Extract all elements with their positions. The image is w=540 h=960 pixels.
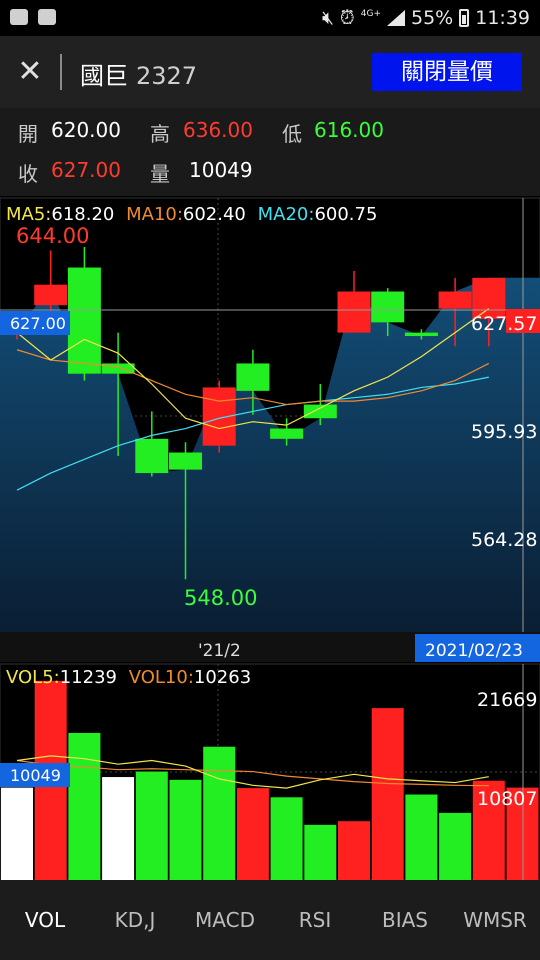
volume-bar (270, 797, 303, 880)
tab-macd[interactable]: MACD (180, 880, 270, 960)
battery-percent: 55% (411, 7, 454, 29)
volume-bar (102, 777, 135, 880)
volume-bar (68, 732, 101, 880)
min-price-label: 548.00 (184, 586, 257, 610)
tab-kdj[interactable]: KD,J (90, 880, 180, 960)
tab-wmsr[interactable]: WMSR (450, 880, 540, 960)
chart-area[interactable]: MA5:618.20 MA10:602.40 MA20:600.75 644.0… (0, 196, 540, 881)
date-axis-label: '21/2 (198, 641, 241, 661)
kline-chart[interactable]: MA5:618.20 MA10:602.40 MA20:600.75 644.0… (0, 196, 540, 881)
candle-body (371, 291, 405, 323)
ma-legend: MA5:618.20 MA10:602.40 MA20:600.75 (6, 204, 377, 225)
candle-body (236, 363, 270, 391)
candle-body (135, 438, 169, 474)
toggle-volume-price-button[interactable]: 關閉量價 (372, 53, 522, 91)
candle-body (270, 428, 304, 439)
current-price-tag-text: 627.00 (10, 314, 66, 333)
battery-icon (459, 9, 470, 27)
volume-value: 10049 (189, 158, 253, 182)
low-label: 低 (282, 122, 302, 146)
low-value: 616.00 (314, 118, 384, 142)
photo-icon (10, 9, 28, 25)
candle-body (169, 452, 202, 470)
tab-bias[interactable]: BIAS (360, 880, 450, 960)
max-price-label: 644.00 (16, 224, 89, 248)
youtube-icon (38, 9, 56, 25)
volume-bar (338, 821, 370, 880)
stock-title: 國巨 2327 (80, 56, 197, 91)
axis-label-564: 564.28 (471, 529, 537, 551)
candle-body (303, 404, 337, 419)
mute-icon: 🔇︎ (321, 7, 334, 29)
tab-vol[interactable]: VOL (0, 880, 90, 960)
selected-date-text: 2021/02/23 (425, 641, 523, 661)
candle-body (34, 284, 68, 306)
volume-bar (1, 787, 33, 880)
stock-code: 2327 (136, 62, 198, 90)
indicator-tabs: VOL KD,J MACD RSI BIAS WMSR (0, 880, 540, 960)
title-divider (60, 54, 62, 90)
volume-legend: VOL5:11239 VOL10:10263 (6, 667, 251, 688)
volume-bar (439, 812, 472, 880)
title-bar: ✕ 國巨 2327 關閉量價 (0, 36, 540, 108)
current-volume-tag-text: 10049 (10, 766, 61, 785)
close-value: 627.00 (51, 158, 121, 182)
candle-body (404, 332, 438, 337)
quote-summary: 開 620.00 高 636.00 低 616.00 收 627.00 量 10… (0, 108, 540, 196)
candle-body (202, 387, 236, 446)
alarm-icon: ⏰︎ (339, 7, 355, 29)
close-label: 收 (18, 162, 38, 186)
volume-bar (371, 708, 404, 880)
candle-body (67, 267, 101, 374)
open-label: 開 (18, 122, 38, 146)
close-icon[interactable]: ✕ (14, 56, 46, 88)
volume-bar (236, 788, 269, 880)
network-label: 4G+ (360, 8, 381, 19)
axis-label-627: 627.57 (471, 313, 537, 335)
status-right: 🔇︎ ⏰︎ 4G+ 55% 11:39 (322, 4, 530, 32)
volume-bar (203, 746, 236, 880)
axis-label-595: 595.93 (471, 421, 537, 443)
clock: 11:39 (475, 7, 530, 29)
open-value: 620.00 (51, 118, 121, 142)
status-bar: 🔇︎ ⏰︎ 4G+ 55% 11:39 (0, 0, 540, 36)
high-value: 636.00 (183, 118, 253, 142)
volume-axis-mid: 10807 (477, 788, 537, 810)
volume-axis-max: 21669 (477, 689, 537, 711)
tab-rsi[interactable]: RSI (270, 880, 360, 960)
high-label: 高 (150, 122, 170, 146)
volume-bar (169, 779, 202, 880)
volume-label: 量 (150, 162, 170, 186)
signal-icon (387, 10, 405, 26)
stock-name: 國巨 (80, 62, 128, 90)
volume-bar (304, 824, 337, 880)
candle-body (337, 291, 371, 333)
volume-bar (405, 794, 438, 880)
volume-bar (135, 771, 168, 880)
candle-body (438, 291, 472, 309)
